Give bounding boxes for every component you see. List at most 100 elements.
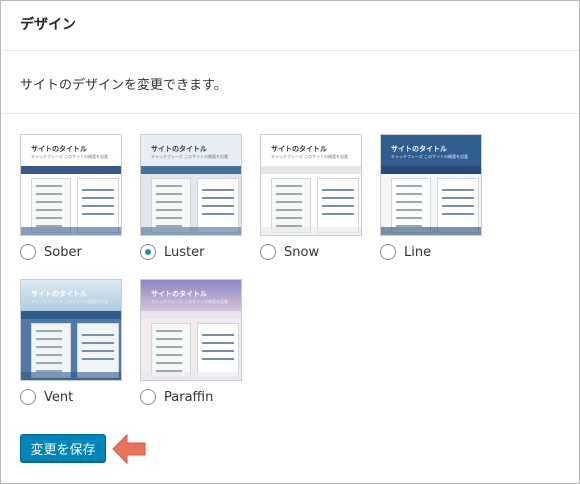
thumb-line bbox=[36, 338, 62, 340]
thumb-line bbox=[156, 338, 182, 340]
thumb-main bbox=[317, 178, 359, 233]
thumb-line bbox=[156, 330, 182, 332]
thumb-main bbox=[77, 178, 119, 233]
thumb-line bbox=[36, 330, 62, 332]
thumb-footer bbox=[21, 227, 121, 235]
thumb-subtitle: キャッチフレーズ このサイトの概要を記載 bbox=[271, 154, 349, 159]
thumb-line bbox=[396, 185, 422, 187]
thumb-sidebar bbox=[151, 178, 191, 233]
thumb-title: サイトのタイトル bbox=[391, 145, 447, 153]
theme-thumbnail[interactable]: サイトのタイトル キャッチフレーズ このサイトの概要を記載 bbox=[20, 279, 122, 381]
description-text: サイトのデザインを変更できます。 bbox=[20, 78, 227, 93]
theme-thumbnail[interactable]: サイトのタイトル キャッチフレーズ このサイトの概要を記載 bbox=[260, 134, 362, 236]
radio-button[interactable] bbox=[260, 244, 276, 260]
thumb-nav bbox=[261, 166, 361, 174]
theme-label: Line bbox=[404, 244, 432, 260]
thumb-main bbox=[197, 178, 239, 233]
thumb-line bbox=[156, 209, 182, 211]
thumb-title: サイトのタイトル bbox=[151, 290, 207, 298]
thumb-line bbox=[322, 205, 354, 207]
thumb-line bbox=[156, 185, 182, 187]
thumb-line bbox=[82, 334, 114, 336]
theme-thumbnail[interactable]: サイトのタイトル キャッチフレーズ このサイトの概要を記載 bbox=[380, 134, 482, 236]
thumb-line bbox=[202, 350, 234, 352]
thumb-main bbox=[77, 323, 119, 378]
thumb-footer bbox=[141, 227, 241, 235]
thumb-line bbox=[276, 185, 302, 187]
thumb-line bbox=[36, 217, 62, 219]
thumb-line bbox=[202, 205, 234, 207]
thumb-line bbox=[156, 193, 182, 195]
design-panel: デザイン サイトのデザインを変更できます。 サイトのタイトル キャッチフレーズ こ… bbox=[0, 0, 580, 484]
thumb-nav bbox=[21, 166, 121, 174]
thumb-line bbox=[202, 334, 234, 336]
thumb-line bbox=[36, 354, 62, 356]
thumb-line bbox=[156, 201, 182, 203]
thumb-line bbox=[82, 350, 114, 352]
thumb-nav bbox=[141, 166, 241, 174]
thumb-subtitle: キャッチフレーズ このサイトの概要を記載 bbox=[391, 154, 469, 159]
thumb-footer bbox=[261, 227, 361, 235]
thumb-line bbox=[156, 362, 182, 364]
thumb-line bbox=[82, 205, 114, 207]
thumb-title: サイトのタイトル bbox=[271, 145, 327, 153]
thumb-line bbox=[36, 209, 62, 211]
thumb-footer bbox=[141, 372, 241, 380]
theme-thumbnail[interactable]: サイトのタイトル キャッチフレーズ このサイトの概要を記載 bbox=[140, 279, 242, 381]
thumb-line bbox=[442, 213, 474, 215]
thumb-subtitle: キャッチフレーズ このサイトの概要を記載 bbox=[151, 299, 229, 304]
theme-label: Snow bbox=[284, 244, 320, 260]
thumb-line bbox=[156, 354, 182, 356]
thumb-line bbox=[276, 201, 302, 203]
thumb-footer bbox=[381, 227, 481, 235]
arrow-left-icon bbox=[112, 433, 146, 465]
thumb-line bbox=[36, 201, 62, 203]
thumb-line bbox=[276, 217, 302, 219]
thumb-title: サイトのタイトル bbox=[31, 290, 87, 298]
thumb-line bbox=[82, 358, 114, 360]
thumb-sidebar bbox=[151, 323, 191, 378]
save-button[interactable]: 変更を保存 bbox=[20, 434, 106, 462]
thumb-line bbox=[36, 193, 62, 195]
thumb-nav bbox=[21, 311, 121, 319]
thumb-line bbox=[156, 217, 182, 219]
theme-label: Luster bbox=[164, 244, 205, 260]
thumb-line bbox=[322, 189, 354, 191]
thumb-line bbox=[82, 197, 114, 199]
radio-button[interactable] bbox=[20, 389, 36, 405]
thumb-line bbox=[156, 346, 182, 348]
theme-label: Paraffin bbox=[164, 389, 214, 405]
thumb-sidebar bbox=[31, 323, 71, 378]
thumb-line bbox=[322, 213, 354, 215]
theme-thumbnail[interactable]: サイトのタイトル キャッチフレーズ このサイトの概要を記載 bbox=[140, 134, 242, 236]
radio-button[interactable] bbox=[140, 244, 156, 260]
thumb-line bbox=[36, 346, 62, 348]
thumb-sidebar bbox=[391, 178, 431, 233]
thumb-line bbox=[442, 197, 474, 199]
thumb-sidebar bbox=[31, 178, 71, 233]
thumb-line bbox=[202, 358, 234, 360]
thumb-subtitle: キャッチフレーズ このサイトの概要を記載 bbox=[31, 154, 109, 159]
thumb-subtitle: キャッチフレーズ このサイトの概要を記載 bbox=[31, 299, 109, 304]
thumb-line bbox=[82, 213, 114, 215]
thumb-line bbox=[396, 193, 422, 195]
thumb-line bbox=[202, 197, 234, 199]
thumb-line bbox=[442, 189, 474, 191]
thumb-line bbox=[276, 193, 302, 195]
theme-thumbnail[interactable]: サイトのタイトル キャッチフレーズ このサイトの概要を記載 bbox=[20, 134, 122, 236]
thumb-line bbox=[36, 362, 62, 364]
thumb-nav bbox=[381, 166, 481, 174]
thumb-line bbox=[396, 209, 422, 211]
thumb-line bbox=[202, 189, 234, 191]
thumb-line bbox=[202, 213, 234, 215]
thumb-sidebar bbox=[271, 178, 311, 233]
thumb-footer bbox=[21, 372, 121, 380]
radio-button[interactable] bbox=[20, 244, 36, 260]
panel-header: デザイン bbox=[2, 2, 579, 51]
thumb-line bbox=[396, 201, 422, 203]
thumb-nav bbox=[141, 311, 241, 319]
thumb-line bbox=[322, 197, 354, 199]
radio-button[interactable] bbox=[140, 389, 156, 405]
radio-button[interactable] bbox=[380, 244, 396, 260]
thumb-line bbox=[36, 185, 62, 187]
